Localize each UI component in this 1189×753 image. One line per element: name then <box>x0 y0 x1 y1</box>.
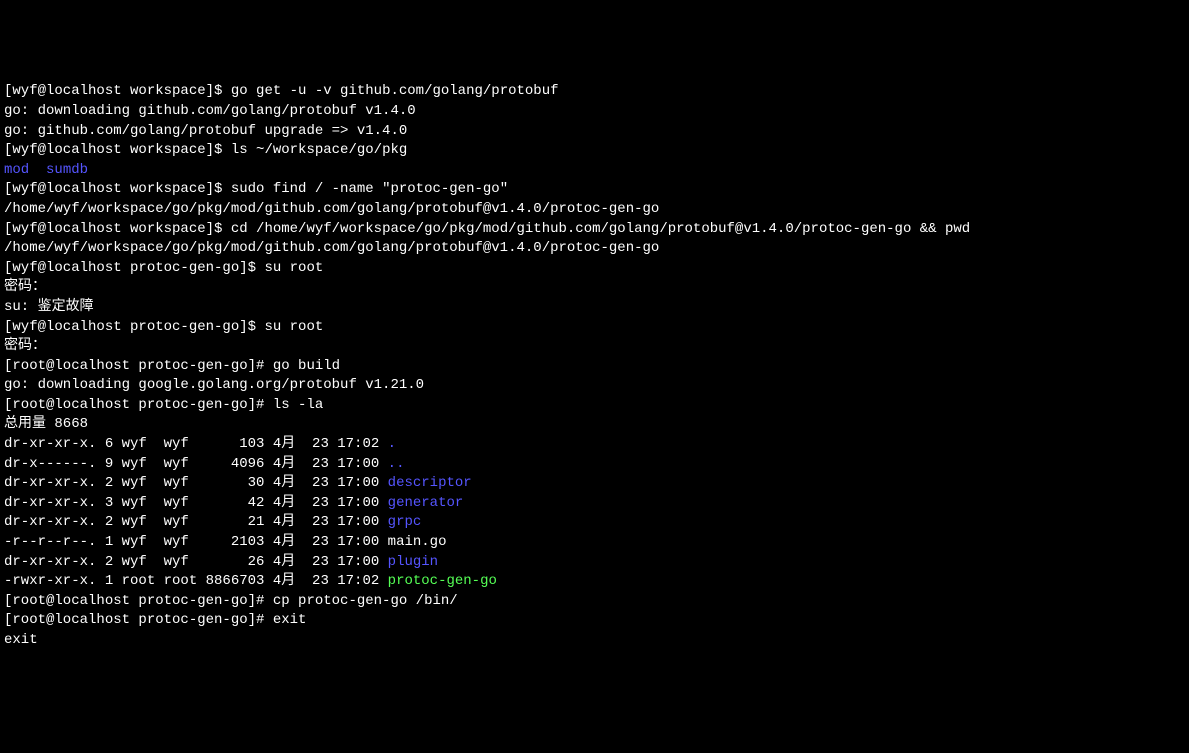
terminal-line: [wyf@localhost workspace]$ sudo find / -… <box>4 180 1185 200</box>
file-permissions: dr-xr-xr-x. 2 wyf wyf 21 4月 23 17:00 <box>4 514 388 530</box>
terminal-line: [wyf@localhost protoc-gen-go]$ su root <box>4 259 1185 279</box>
output-text: 密码： <box>4 278 1185 298</box>
prompt: [wyf@localhost workspace]$ <box>4 142 231 158</box>
output-text: 总用量 8668 <box>4 415 1185 435</box>
command: go build <box>273 358 340 374</box>
output-text: go: downloading google.golang.org/protob… <box>4 376 1185 396</box>
directory-name: mod <box>4 162 29 178</box>
prompt: [wyf@localhost workspace]$ <box>4 83 231 99</box>
file-permissions: dr-xr-xr-x. 2 wyf wyf 26 4月 23 17:00 <box>4 554 388 570</box>
terminal-line: [wyf@localhost workspace]$ ls ~/workspac… <box>4 141 1185 161</box>
prompt: [wyf@localhost workspace]$ <box>4 181 231 197</box>
command: su root <box>264 319 323 335</box>
prompt: [root@localhost protoc-gen-go]# <box>4 397 273 413</box>
file-permissions: dr-xr-xr-x. 6 wyf wyf 103 4月 23 17:02 <box>4 436 388 452</box>
output-text: 密码： <box>4 337 1185 357</box>
command: cd /home/wyf/workspace/go/pkg/mod/github… <box>231 221 970 237</box>
file-name: main.go <box>388 534 447 550</box>
file-permissions: -r--r--r--. 1 wyf wyf 2103 4月 23 17:00 <box>4 534 388 550</box>
command: exit <box>273 612 307 628</box>
output-text: go: github.com/golang/protobuf upgrade =… <box>4 122 1185 142</box>
terminal-line: [root@localhost protoc-gen-go]# exit <box>4 611 1185 631</box>
command: cp protoc-gen-go /bin/ <box>273 593 458 609</box>
output-text: /home/wyf/workspace/go/pkg/mod/github.co… <box>4 200 1185 220</box>
command: su root <box>264 260 323 276</box>
directory-name: sumdb <box>46 162 88 178</box>
file-name: descriptor <box>388 475 472 491</box>
terminal-line: [wyf@localhost workspace]$ go get -u -v … <box>4 82 1185 102</box>
command: ls -la <box>273 397 323 413</box>
terminal-line: dr-xr-xr-x. 2 wyf wyf 30 4月 23 17:00 des… <box>4 474 1185 494</box>
prompt: [root@localhost protoc-gen-go]# <box>4 593 273 609</box>
file-permissions: dr-x------. 9 wyf wyf 4096 4月 23 17:00 <box>4 456 388 472</box>
terminal-line: dr-xr-xr-x. 2 wyf wyf 26 4月 23 17:00 plu… <box>4 553 1185 573</box>
command: sudo find / -name "protoc-gen-go" <box>231 181 508 197</box>
output-text: su: 鉴定故障 <box>4 298 1185 318</box>
file-name: plugin <box>388 554 438 570</box>
terminal-line: dr-xr-xr-x. 6 wyf wyf 103 4月 23 17:02 . <box>4 435 1185 455</box>
terminal-line: dr-xr-xr-x. 2 wyf wyf 21 4月 23 17:00 grp… <box>4 513 1185 533</box>
command: ls ~/workspace/go/pkg <box>231 142 407 158</box>
file-name: grpc <box>388 514 422 530</box>
output-text: exit <box>4 631 1185 651</box>
terminal-output[interactable]: [wyf@localhost workspace]$ go get -u -v … <box>4 82 1185 650</box>
prompt: [wyf@localhost workspace]$ <box>4 221 231 237</box>
terminal-line: -rwxr-xr-x. 1 root root 8866703 4月 23 17… <box>4 572 1185 592</box>
terminal-line: dr-x------. 9 wyf wyf 4096 4月 23 17:00 .… <box>4 455 1185 475</box>
prompt: [wyf@localhost protoc-gen-go]$ <box>4 260 264 276</box>
file-permissions: dr-xr-xr-x. 3 wyf wyf 42 4月 23 17:00 <box>4 495 388 511</box>
prompt: [root@localhost protoc-gen-go]# <box>4 612 273 628</box>
file-permissions: dr-xr-xr-x. 2 wyf wyf 30 4月 23 17:00 <box>4 475 388 491</box>
command: go get -u -v github.com/golang/protobuf <box>231 83 559 99</box>
file-name: generator <box>388 495 464 511</box>
file-name: . <box>388 436 396 452</box>
file-name: .. <box>388 456 405 472</box>
output-text: go: downloading github.com/golang/protob… <box>4 102 1185 122</box>
terminal-line: [root@localhost protoc-gen-go]# go build <box>4 357 1185 377</box>
terminal-line: -r--r--r--. 1 wyf wyf 2103 4月 23 17:00 m… <box>4 533 1185 553</box>
prompt: [root@localhost protoc-gen-go]# <box>4 358 273 374</box>
terminal-line: [root@localhost protoc-gen-go]# ls -la <box>4 396 1185 416</box>
terminal-line: [wyf@localhost protoc-gen-go]$ su root <box>4 318 1185 338</box>
terminal-line: dr-xr-xr-x. 3 wyf wyf 42 4月 23 17:00 gen… <box>4 494 1185 514</box>
terminal-line: [root@localhost protoc-gen-go]# cp proto… <box>4 592 1185 612</box>
prompt: [wyf@localhost protoc-gen-go]$ <box>4 319 264 335</box>
output-text: /home/wyf/workspace/go/pkg/mod/github.co… <box>4 239 1185 259</box>
terminal-line: mod sumdb <box>4 161 1185 181</box>
terminal-line: [wyf@localhost workspace]$ cd /home/wyf/… <box>4 220 1185 240</box>
